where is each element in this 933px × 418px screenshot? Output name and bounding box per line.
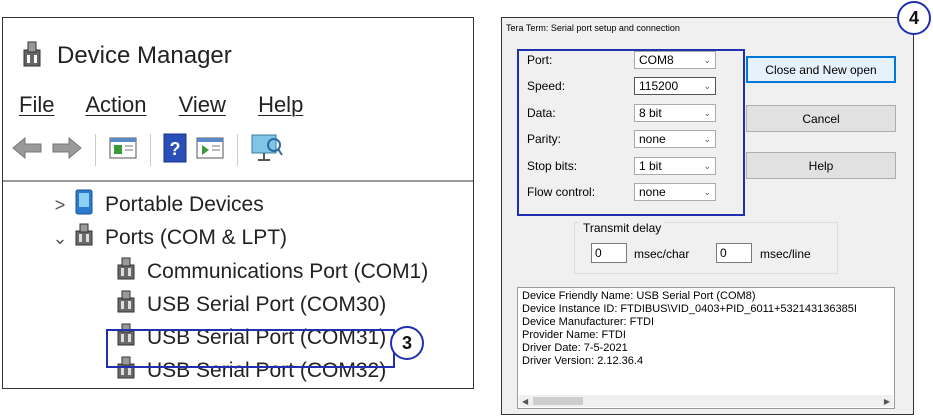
close-and-new-open-button[interactable]: Close and New open	[746, 56, 896, 83]
dialog-title: Tera Term: Serial port setup and connect…	[506, 23, 680, 33]
msec-per-line-input[interactable]: 0	[716, 243, 752, 263]
tree-node-com1[interactable]: Communications Port (COM1)	[115, 255, 428, 289]
select-value: COM8	[639, 53, 674, 67]
update-driver-icon[interactable]	[195, 135, 225, 166]
chevron-down-icon: ⌄	[703, 80, 711, 91]
toolbar-divider	[3, 180, 473, 182]
port-icon	[73, 221, 95, 255]
msec-per-char-input[interactable]: 0	[591, 243, 627, 263]
tree-node-ports[interactable]: ⌄ Ports (COM & LPT)	[47, 221, 287, 255]
chevron-right-icon[interactable]: >	[47, 195, 73, 216]
info-line: Device Instance ID: FTDIBUS\VID_0403+PID…	[522, 303, 857, 315]
chevron-down-icon: ⌄	[703, 133, 711, 144]
parity-select[interactable]: none ⌄	[634, 130, 716, 148]
scroll-left-icon[interactable]: ◀	[522, 397, 528, 406]
tree-label: USB Serial Port (COM30)	[147, 293, 387, 316]
select-value: none	[639, 132, 666, 146]
toolbar-separator	[150, 134, 151, 166]
tree-node-portable-devices[interactable]: > Portable Devices	[47, 188, 264, 222]
stop-bits-select[interactable]: 1 bit ⌄	[634, 157, 716, 175]
select-value: 1 bit	[639, 159, 662, 173]
select-value: none	[639, 185, 666, 199]
chevron-down-icon: ⌄	[703, 186, 711, 197]
chevron-down-icon[interactable]: ⌄	[47, 228, 73, 249]
menu-bar: File Action View Help	[19, 92, 329, 118]
chevron-down-icon: ⌄	[703, 107, 711, 118]
properties-icon[interactable]	[108, 135, 138, 166]
back-arrow-icon[interactable]	[11, 135, 43, 166]
port-icon	[115, 255, 137, 289]
menu-action[interactable]: Action	[85, 92, 146, 117]
help-icon[interactable]: ?	[163, 133, 187, 168]
chevron-down-icon: ⌄	[703, 160, 711, 171]
toolbar-separator	[237, 134, 238, 166]
portable-device-icon	[73, 188, 95, 222]
window-title-bar: Device Manager	[19, 40, 232, 72]
info-line: Driver Version: 2.12.36.4	[522, 355, 644, 367]
speed-select[interactable]: 115200 ⌄	[634, 77, 716, 95]
port-select[interactable]: COM8 ⌄	[634, 51, 716, 69]
field-label: Stop bits:	[527, 159, 578, 173]
highlight-box-com32	[106, 329, 395, 368]
tree-label: Portable Devices	[105, 193, 264, 216]
svg-text:?: ?	[170, 139, 181, 159]
field-label: Flow control:	[527, 185, 596, 199]
info-line: Device Manufacturer: FTDI	[522, 316, 655, 328]
device-info-text: Device Friendly Name: USB Serial Port (C…	[522, 290, 857, 368]
msec-per-line-label: msec/line	[760, 247, 811, 261]
menu-view[interactable]: View	[179, 92, 226, 117]
field-label: Parity:	[527, 132, 562, 146]
callout-badge-3: 3	[390, 326, 424, 360]
transmit-delay-label: Transmit delay	[580, 221, 665, 235]
select-value: 115200	[639, 79, 679, 93]
forward-arrow-icon[interactable]	[51, 135, 83, 166]
field-label: Data:	[527, 106, 556, 120]
field-parity: Parity: none ⌄	[527, 130, 716, 148]
scrollbar-thumb[interactable]	[533, 397, 583, 405]
field-label: Port:	[527, 53, 553, 67]
field-stop-bits: Stop bits: 1 bit ⌄	[527, 157, 716, 175]
help-button[interactable]: Help	[746, 152, 896, 179]
info-line: Driver Date: 7-5-2021	[522, 342, 628, 354]
flow-control-select[interactable]: none ⌄	[634, 183, 716, 201]
cancel-button[interactable]: Cancel	[746, 105, 896, 132]
toolbar: ?	[11, 130, 284, 170]
tree-node-com30[interactable]: USB Serial Port (COM30)	[115, 288, 386, 322]
info-line: Provider Name: FTDI	[522, 329, 626, 341]
horizontal-scrollbar[interactable]: ◀ ▶	[519, 395, 893, 407]
menu-help[interactable]: Help	[258, 92, 303, 117]
chevron-down-icon: ⌄	[703, 54, 711, 65]
field-port: Port: COM8 ⌄	[527, 51, 716, 69]
msec-per-char-label: msec/char	[634, 247, 690, 261]
window-title: Device Manager	[57, 42, 232, 69]
toolbar-separator	[95, 134, 96, 166]
scan-hardware-icon[interactable]	[250, 133, 284, 168]
field-speed: Speed: 115200 ⌄	[527, 77, 716, 95]
info-line: Device Friendly Name: USB Serial Port (C…	[522, 290, 756, 302]
port-icon	[115, 288, 137, 322]
field-flow-control: Flow control: none ⌄	[527, 183, 716, 201]
device-manager-icon	[19, 40, 45, 73]
menu-file[interactable]: File	[19, 92, 54, 117]
scroll-right-icon[interactable]: ▶	[884, 397, 890, 406]
tree-label: Ports (COM & LPT)	[105, 226, 288, 249]
field-data: Data: 8 bit ⌄	[527, 104, 716, 122]
callout-badge-4: 4	[897, 1, 931, 35]
select-value: 8 bit	[639, 106, 662, 120]
field-label: Speed:	[527, 79, 566, 93]
device-info-textarea[interactable]: Device Friendly Name: USB Serial Port (C…	[517, 287, 895, 409]
data-bits-select[interactable]: 8 bit ⌄	[634, 104, 716, 122]
tree-label: Communications Port (COM1)	[147, 260, 429, 283]
